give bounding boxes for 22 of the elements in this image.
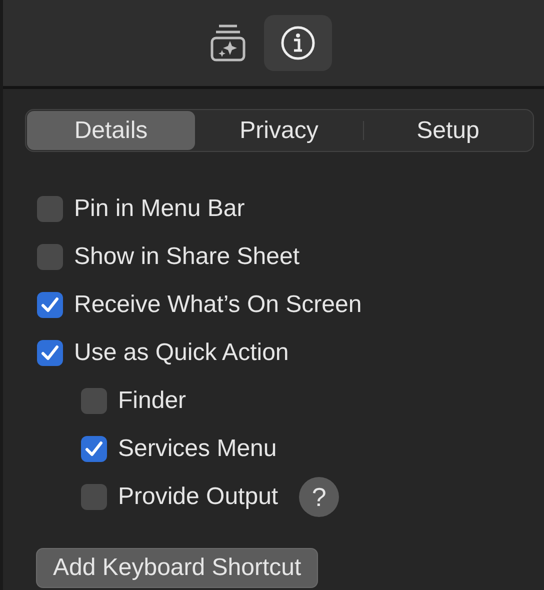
checkbox[interactable] — [37, 340, 63, 366]
checkbox-label: Services Menu — [118, 435, 277, 463]
checkbox[interactable] — [81, 436, 107, 462]
checkbox-label: Pin in Menu Bar — [74, 195, 245, 223]
checkbox-label: Use as Quick Action — [74, 339, 289, 367]
tab[interactable]: Privacy — [195, 111, 363, 150]
sparkle-stack-icon — [210, 23, 246, 63]
help-button[interactable]: ? — [299, 477, 340, 517]
checkbox[interactable] — [37, 196, 63, 222]
add-shortcut-button[interactable]: Add Keyboard Shortcut — [36, 548, 318, 588]
checkbox-label: Finder — [118, 387, 186, 415]
checkbox[interactable] — [81, 388, 107, 414]
checkbox-label: Show in Share Sheet — [74, 243, 300, 271]
tab[interactable]: Setup — [364, 111, 532, 150]
checkbox[interactable] — [37, 292, 63, 318]
toolbar-button[interactable] — [264, 15, 332, 71]
tab[interactable]: Details — [27, 111, 195, 150]
checkbox-label: Provide Output — [118, 483, 278, 511]
info-icon — [280, 25, 316, 61]
checkbox-label: Receive What’s On Screen — [74, 291, 362, 319]
checkbox[interactable] — [37, 244, 63, 270]
checkbox[interactable] — [81, 484, 107, 510]
